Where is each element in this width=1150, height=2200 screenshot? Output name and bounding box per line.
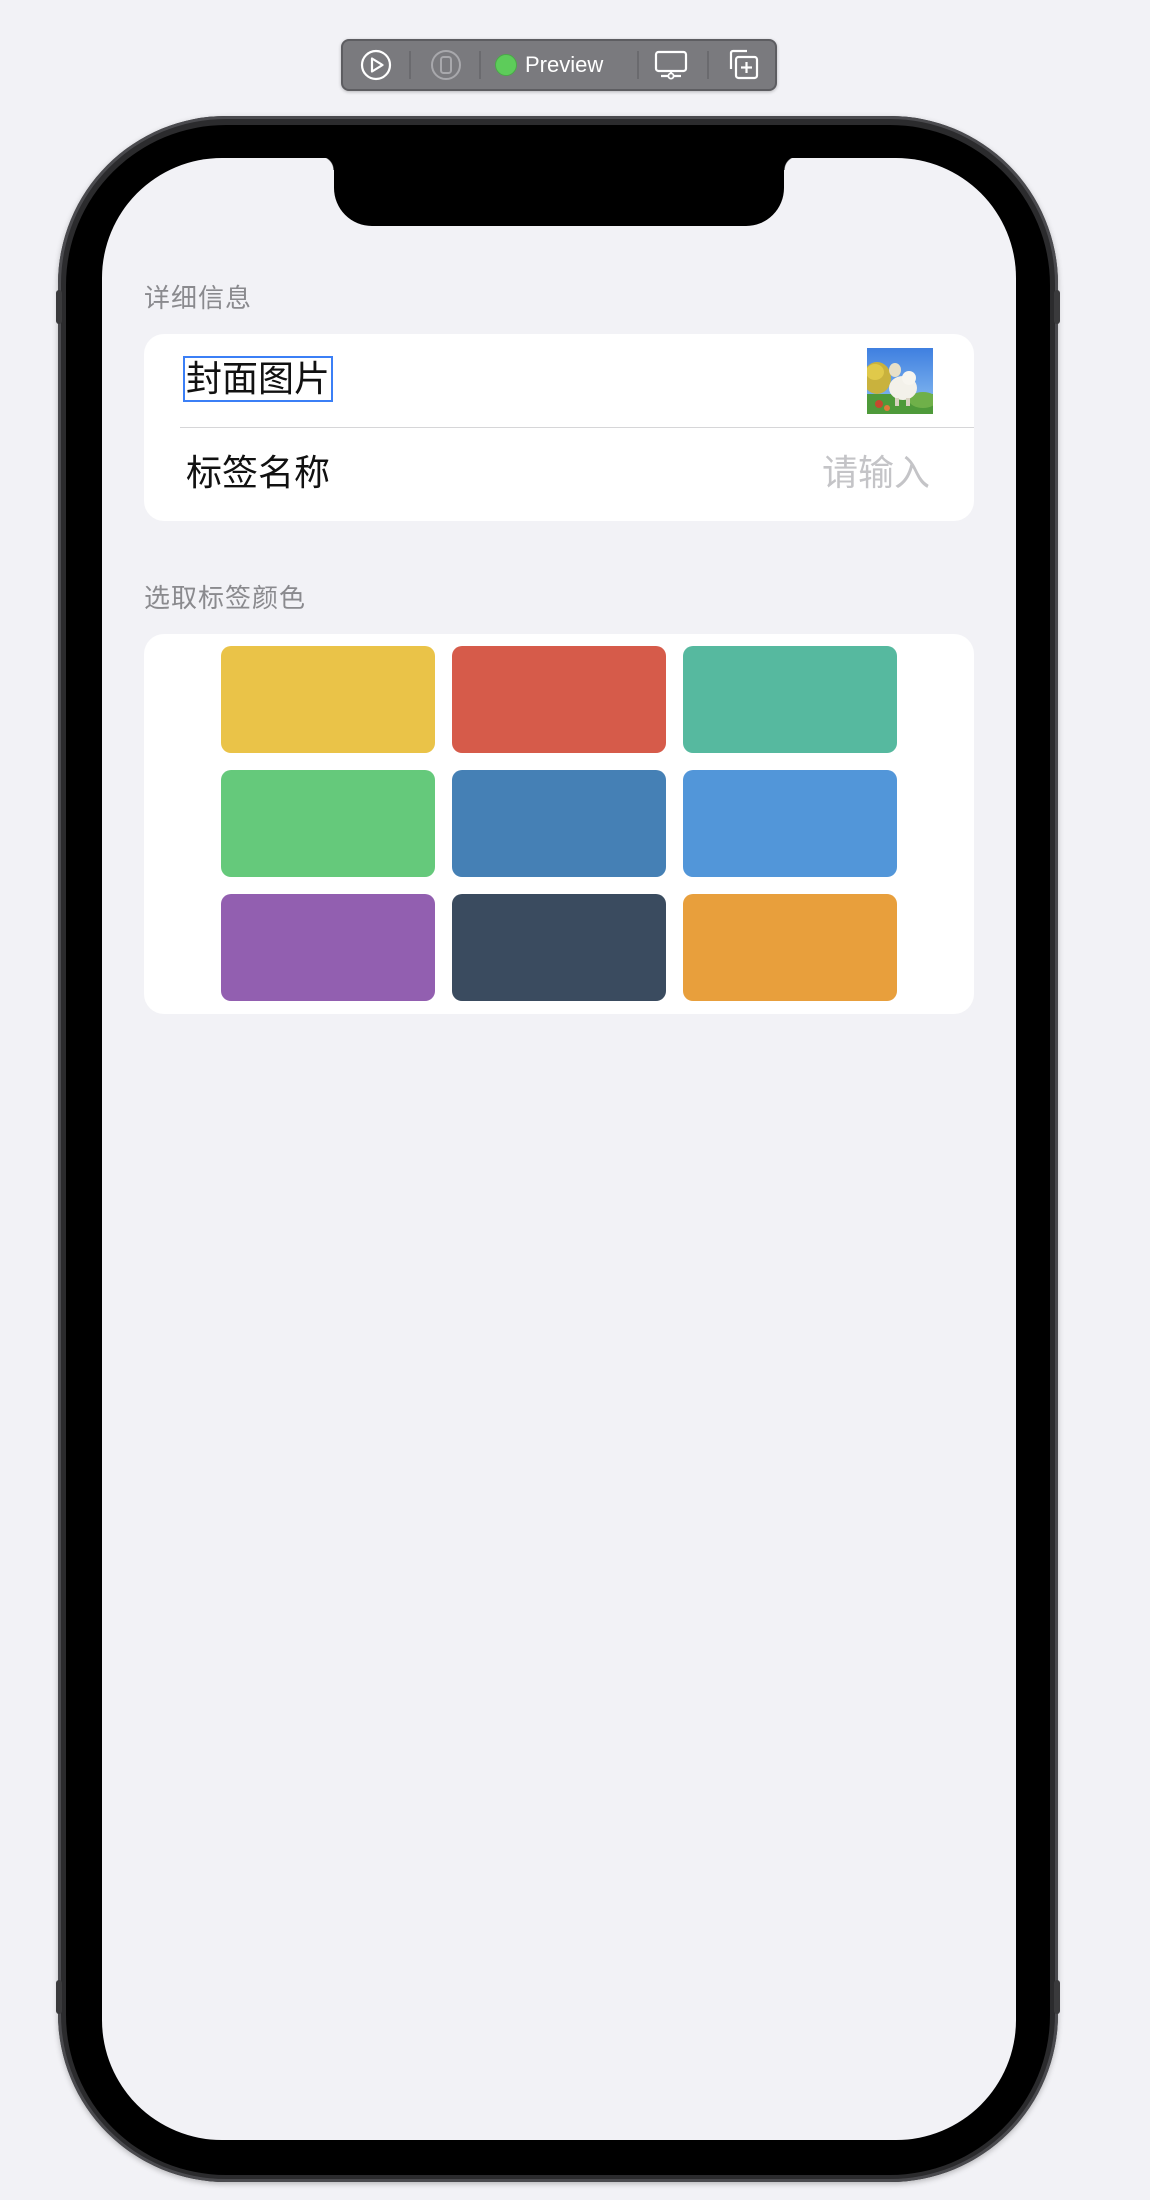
display-settings-button[interactable] bbox=[651, 41, 691, 89]
color-swatch[interactable] bbox=[221, 646, 435, 753]
color-section-header: 选取标签颜色 bbox=[144, 583, 307, 613]
toolbar-separator bbox=[637, 51, 639, 79]
preview-toolbar: Preview bbox=[341, 39, 777, 91]
power-button bbox=[1054, 290, 1060, 324]
tag-name-input[interactable]: 请输入 bbox=[822, 452, 930, 494]
color-swatch[interactable] bbox=[452, 894, 666, 1001]
color-swatch[interactable] bbox=[452, 770, 666, 877]
tag-name-row[interactable]: 标签名称 请输入 bbox=[144, 428, 974, 521]
side-button-lower bbox=[56, 1980, 62, 2014]
preview-label: Preview bbox=[525, 52, 604, 77]
cover-image-row[interactable]: 封面图片 bbox=[144, 334, 974, 427]
device-button[interactable] bbox=[427, 41, 465, 89]
cover-thumbnail-image bbox=[867, 348, 933, 414]
preview-toggle[interactable]: Preview bbox=[495, 41, 625, 89]
side-button-lower-right bbox=[1054, 1980, 1060, 2014]
tag-name-label: 标签名称 bbox=[186, 452, 331, 493]
cover-thumbnail[interactable] bbox=[867, 348, 933, 414]
color-swatch[interactable] bbox=[683, 646, 897, 753]
mute-switch bbox=[56, 290, 62, 324]
toolbar-separator bbox=[479, 51, 481, 79]
details-card: 封面图片 标签名称 请输入 bbox=[144, 334, 974, 521]
preview-status-dot bbox=[495, 54, 517, 76]
play-button[interactable] bbox=[357, 41, 395, 89]
duplicate-add-icon bbox=[729, 49, 759, 80]
device-screen: 详细信息 封面图片 标签名称 请输入 选取标签颜色 bbox=[102, 158, 1016, 2140]
color-swatch[interactable] bbox=[683, 770, 897, 877]
duplicate-preview-button[interactable] bbox=[723, 41, 763, 89]
notch bbox=[320, 158, 798, 226]
color-picker-card bbox=[144, 634, 974, 1014]
play-circle-icon bbox=[360, 49, 392, 81]
display-settings-icon bbox=[654, 50, 688, 80]
color-swatch[interactable] bbox=[452, 646, 666, 753]
color-swatch[interactable] bbox=[683, 894, 897, 1001]
cover-image-label: 封面图片 bbox=[182, 356, 334, 402]
device-icon bbox=[431, 50, 461, 80]
toolbar-separator bbox=[409, 51, 411, 79]
details-section-header: 详细信息 bbox=[144, 283, 253, 313]
toolbar-separator bbox=[707, 51, 709, 79]
color-swatch[interactable] bbox=[221, 894, 435, 1001]
color-swatch[interactable] bbox=[221, 770, 435, 877]
